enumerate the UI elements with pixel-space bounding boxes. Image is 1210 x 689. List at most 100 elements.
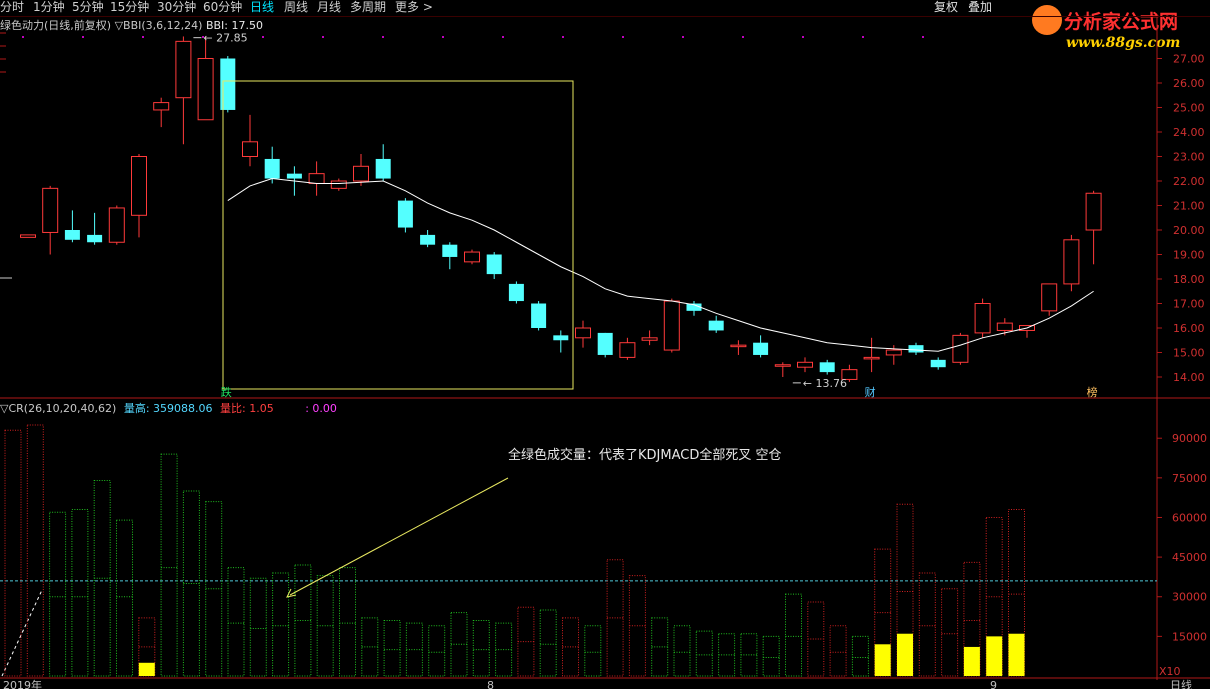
stock-chart[interactable]: 27.00 26.00 25.00 24.00 23.00 22.00 21.00 20.00… (0, 0, 1210, 689)
volume-bar (539, 609, 557, 677)
price-tick-label: 24.00 (1173, 126, 1205, 139)
month-8-label: 8 (487, 679, 494, 689)
marker-dot (742, 36, 744, 38)
volume-bar (116, 519, 133, 677)
volume-bar (383, 620, 401, 677)
candle-body (264, 158, 280, 179)
volume-bar (785, 593, 802, 677)
volume-bar (695, 630, 713, 677)
candle-body (663, 300, 680, 351)
price-tick-label: 15.00 (1173, 347, 1205, 360)
volume-bar (829, 625, 847, 677)
candle-body (42, 187, 59, 233)
candle-body (286, 173, 302, 179)
candle-body (619, 342, 636, 358)
candle-body (885, 349, 902, 356)
annotation-arrow (289, 477, 509, 596)
candle-body (420, 234, 436, 245)
candle-body (641, 337, 658, 341)
volume-axis: 90000 75000 60000 45000 30000 15000 X10 (0, 432, 1207, 678)
marker-dot (562, 36, 564, 38)
marker-dot (22, 36, 24, 38)
candle-body (774, 364, 791, 367)
marker-dot (922, 36, 924, 38)
candle-body (353, 165, 369, 182)
volume-bar (249, 577, 267, 677)
price-annotation: ← 13.76 (803, 377, 847, 390)
event-marker: 财 (865, 385, 876, 399)
price-tick-label: 21.00 (1173, 200, 1205, 213)
candle-body (797, 361, 813, 368)
bbi-line (227, 178, 1094, 352)
volume-tick-label: 90000 (1172, 432, 1207, 445)
price-tick-label: 19.00 (1173, 249, 1205, 262)
volume-bar (339, 567, 356, 677)
candle-body (908, 345, 924, 353)
candle-body (863, 356, 880, 360)
volume-multiplier-label: X10 (1159, 665, 1181, 678)
candle-body (553, 335, 569, 341)
candle-body (64, 230, 80, 240)
candle-body (153, 102, 170, 111)
volume-tick-label: 75000 (1172, 472, 1207, 485)
candle-body (575, 327, 591, 339)
month-9-label: 9 (990, 679, 997, 689)
volume-bar (673, 625, 691, 677)
marker-dot (262, 36, 264, 38)
candle-body (597, 332, 613, 355)
price-tick-label: 26.00 (1173, 77, 1205, 90)
candle-body (730, 344, 747, 348)
marker-dot (622, 36, 624, 38)
candles (20, 36, 1102, 382)
marker-dot (382, 36, 384, 38)
price-tick-label: 16.00 (1173, 322, 1205, 335)
volume-bar (472, 620, 490, 677)
candle-body (996, 322, 1013, 331)
price-tick-label: 22.00 (1173, 175, 1205, 188)
event-marker: 榜 (1087, 385, 1098, 399)
price-tick-label: 14.00 (1173, 371, 1205, 384)
price-tick-label: 20.00 (1173, 224, 1205, 237)
candle-body (1085, 192, 1102, 231)
volume-bar-highlight (138, 662, 155, 676)
volume-bar (918, 572, 936, 677)
volume-bar-highlight (874, 644, 891, 676)
volume-bar-highlight (1008, 633, 1025, 676)
time-axis: 2019年 8 9 日线 (3, 678, 1192, 689)
candle-body (531, 303, 547, 328)
volume-tick-label: 15000 (1172, 630, 1207, 643)
candle-body (930, 359, 946, 368)
price-annotations: ← 27.85 ← 13.76 (193, 32, 847, 390)
volume-bar (160, 453, 178, 677)
candle-body (442, 244, 458, 257)
candle-body (508, 283, 524, 302)
marker-dot (82, 36, 84, 38)
candle-body (175, 40, 192, 99)
marker-dot (142, 36, 144, 38)
candle-body (308, 173, 325, 184)
candle-body (87, 234, 103, 243)
volume-bar (4, 429, 22, 677)
candle-body (242, 141, 258, 158)
candle-body (108, 207, 125, 243)
volume-bar (851, 635, 869, 677)
candle-body (1063, 239, 1080, 285)
volume-bar (227, 567, 245, 677)
candle-body (397, 200, 413, 228)
volume-bar (762, 635, 780, 677)
highlight-box (222, 80, 574, 390)
price-tick-label: 23.00 (1173, 151, 1205, 164)
volume-bar (49, 511, 67, 677)
year-label: 2019年 (3, 678, 42, 689)
volume-tick-label: 45000 (1172, 551, 1207, 564)
marker-dot (802, 36, 804, 38)
event-markers: 跌财榜 (221, 385, 1098, 399)
annotation-text: 全绿色成交量：代表了KDJMACD全部死叉 空仓 (508, 447, 781, 463)
price-tick-label: 27.00 (1173, 53, 1205, 66)
candle-body (131, 156, 147, 216)
marker-dot (322, 36, 324, 38)
volume-start-trace (1, 589, 43, 677)
candle-body (197, 58, 214, 121)
price-tick-label: 25.00 (1173, 102, 1205, 115)
candle-body (464, 251, 480, 263)
